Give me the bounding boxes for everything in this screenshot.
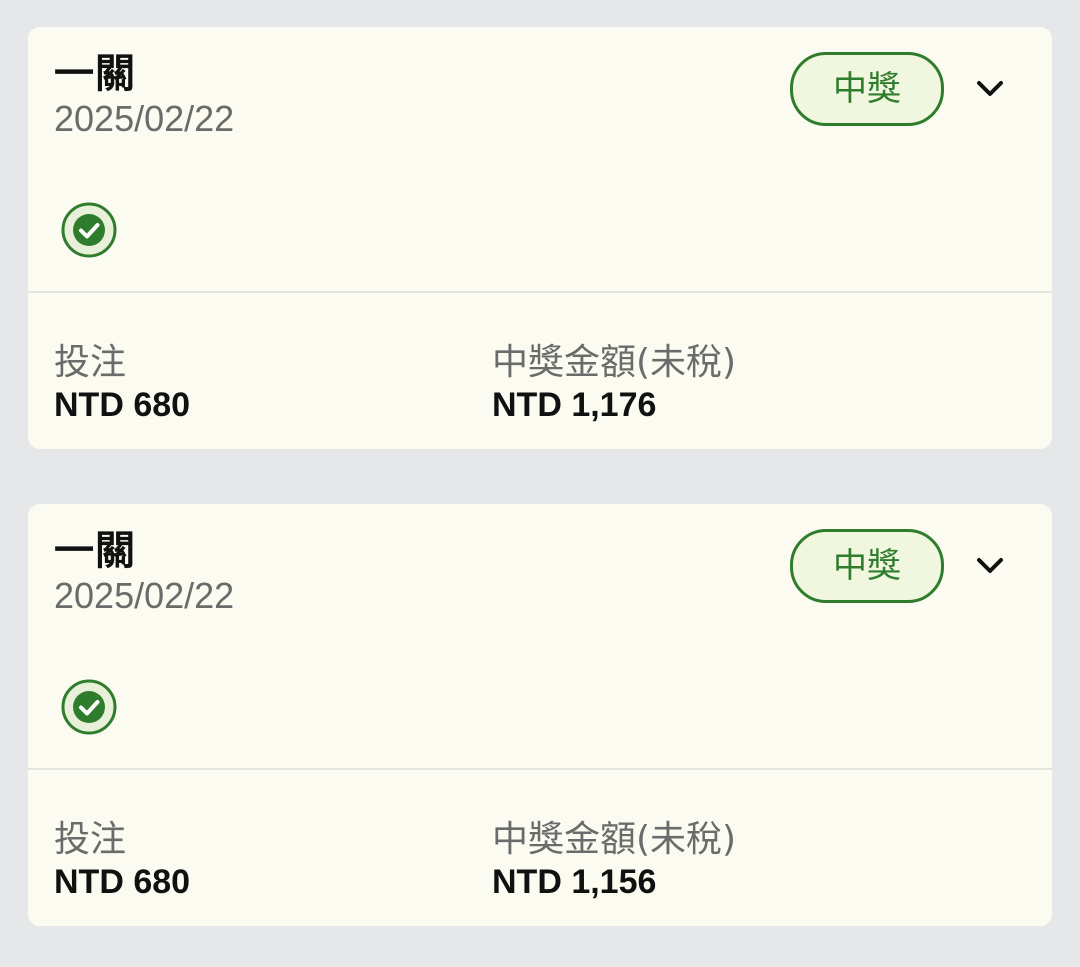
chevron-down-icon[interactable] bbox=[972, 548, 1008, 584]
status-badge-label: 中獎 bbox=[833, 546, 901, 586]
check-circle-icon bbox=[61, 679, 117, 735]
bet-amount-value: NTD 680 bbox=[54, 863, 191, 901]
status-badge: 中獎 bbox=[790, 52, 944, 126]
bet-date: 2025/02/22 bbox=[54, 575, 235, 616]
bet-amount-field: 投注 NTD 680 bbox=[54, 341, 190, 425]
prize-amount-field: 中獎金額(未稅) NTD 1,156 bbox=[492, 818, 736, 902]
bet-amount-value: NTD 680 bbox=[54, 386, 191, 424]
card-divider bbox=[28, 768, 1052, 770]
bet-amount-field: 投注 NTD 680 bbox=[54, 818, 190, 902]
prize-amount-field: 中獎金額(未稅) NTD 1,176 bbox=[492, 341, 736, 425]
bet-card[interactable]: 一關 2025/02/22 中獎 投注 NTD 680 中獎金額(未稅) NTD… bbox=[28, 504, 1052, 926]
bet-amount-label: 投注 bbox=[54, 342, 127, 383]
status-badge-label: 中獎 bbox=[833, 69, 901, 109]
bet-history-list: 一關 2025/02/22 中獎 投注 NTD 680 中獎金額(未稅) NTD… bbox=[0, 0, 1080, 967]
bet-card-header[interactable]: 一關 2025/02/22 中獎 bbox=[28, 504, 1052, 768]
bet-type-title: 一關 bbox=[54, 528, 136, 574]
bet-card-header[interactable]: 一關 2025/02/22 中獎 bbox=[28, 27, 1052, 291]
check-circle-icon bbox=[61, 202, 117, 258]
bet-amount-label: 投注 bbox=[54, 819, 127, 860]
prize-amount-value: NTD 1,156 bbox=[492, 863, 657, 901]
status-badge: 中獎 bbox=[790, 529, 944, 603]
prize-amount-label: 中獎金額(未稅) bbox=[492, 819, 737, 860]
chevron-down-icon[interactable] bbox=[972, 71, 1008, 107]
prize-amount-label: 中獎金額(未稅) bbox=[492, 342, 737, 383]
bet-type-title: 一關 bbox=[54, 51, 136, 97]
card-divider bbox=[28, 291, 1052, 293]
prize-amount-value: NTD 1,176 bbox=[492, 386, 657, 424]
bet-date: 2025/02/22 bbox=[54, 98, 235, 139]
bet-card[interactable]: 一關 2025/02/22 中獎 投注 NTD 680 中獎金額(未稅) NTD… bbox=[28, 27, 1052, 449]
